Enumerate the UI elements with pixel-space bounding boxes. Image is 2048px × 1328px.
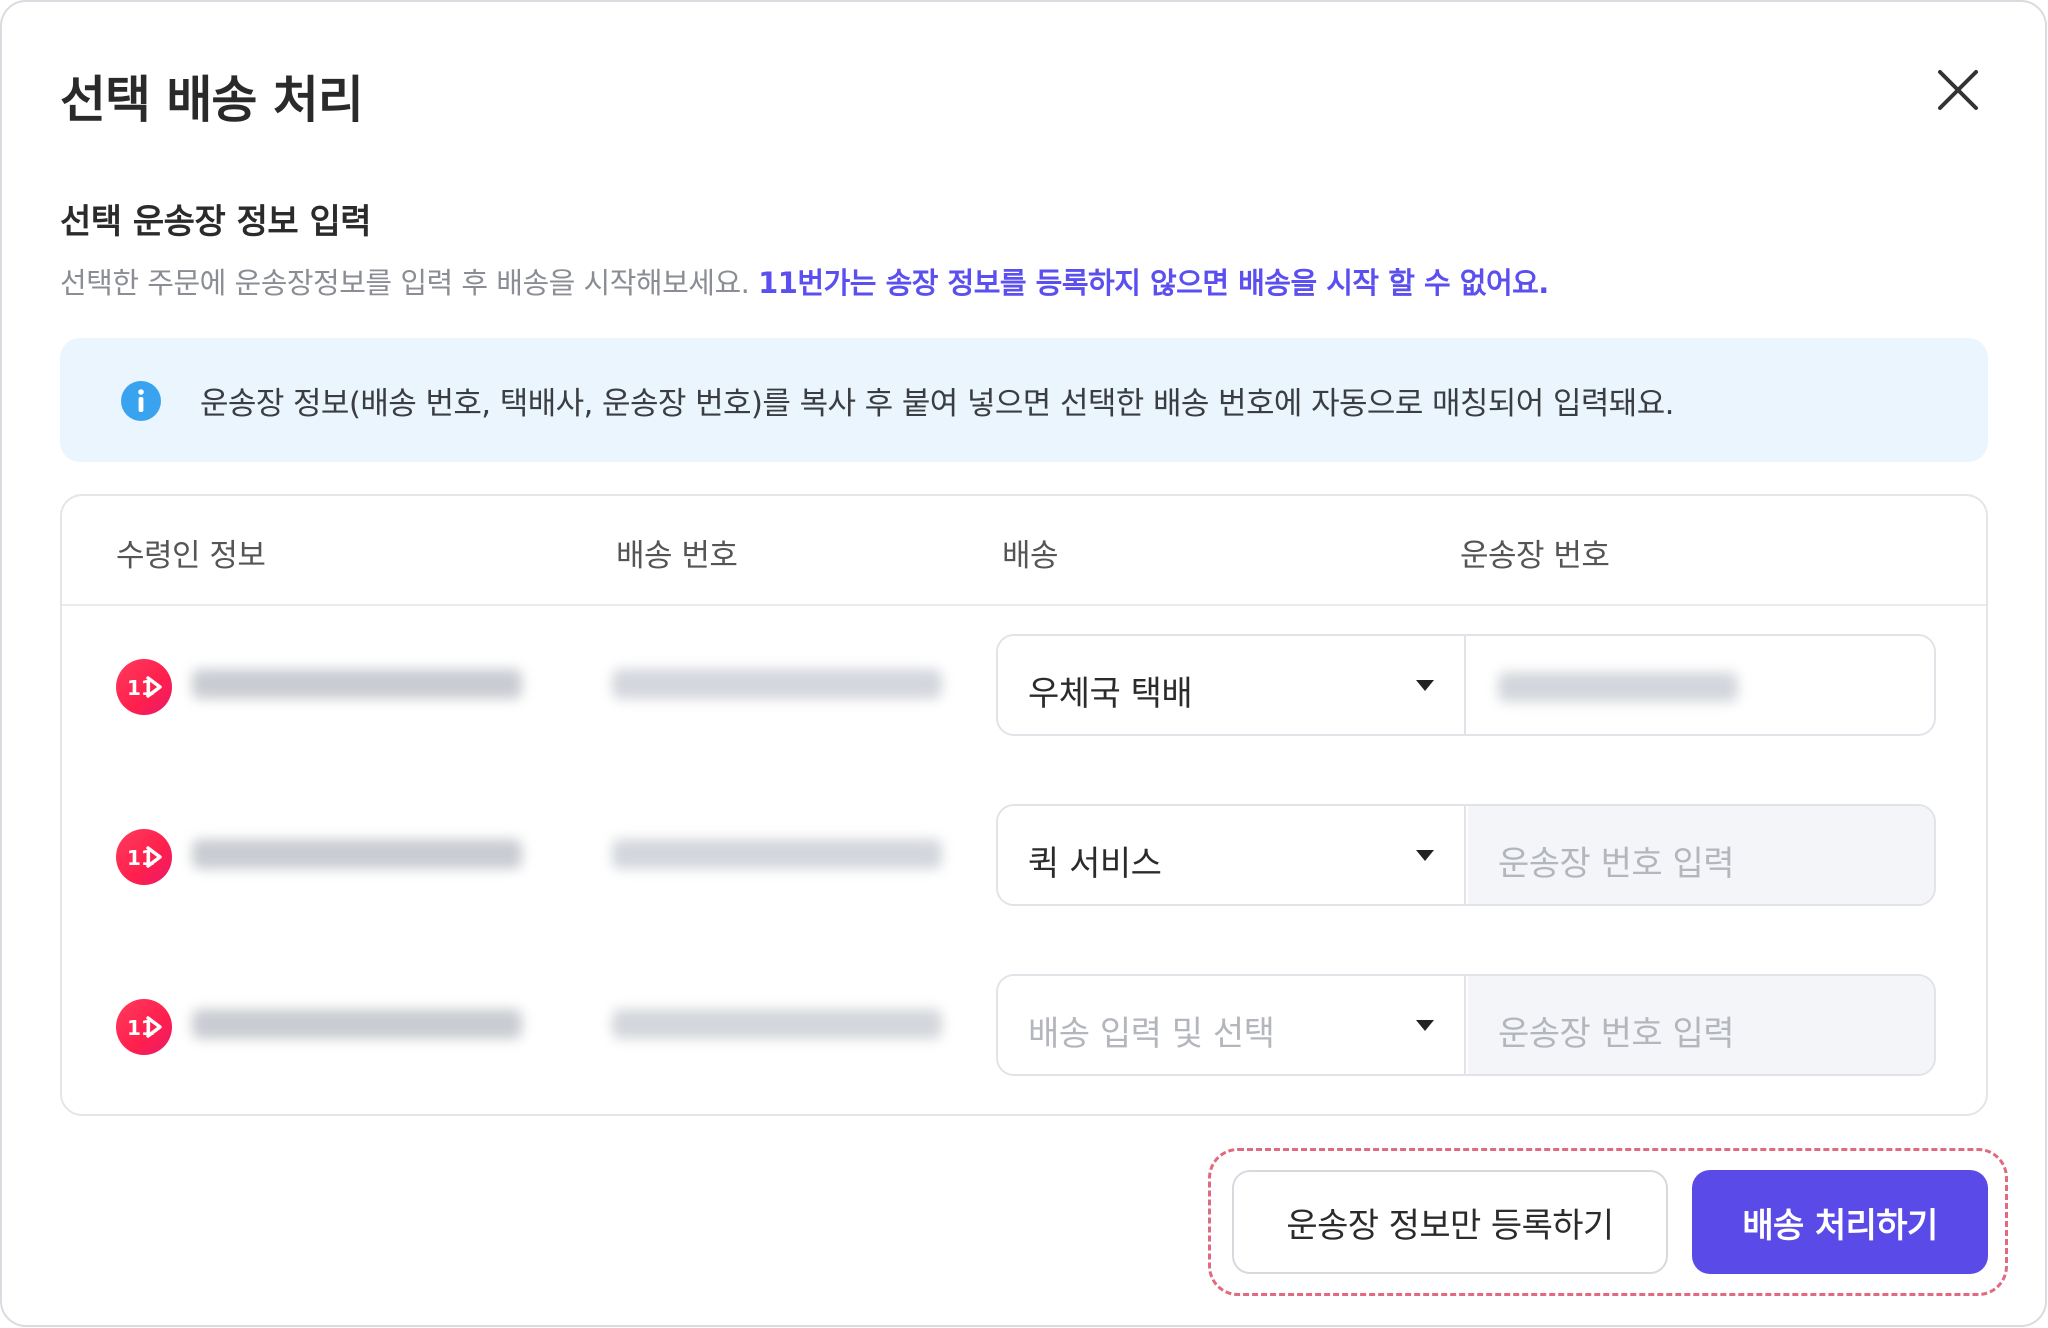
tracking-number-placeholder: 운송장 번호 입력 [1498,1014,1735,1054]
carrier-tracking-group: 우체국 택배 [996,634,1936,736]
close-icon[interactable] [1932,64,1984,116]
description-warning: 11번가는 송장 정보를 등록하지 않으면 배송을 시작 할 수 없어요. [758,266,1549,300]
info-notice: 운송장 정보(배송 번호, 택배사, 운송장 번호)를 복사 후 붙여 넣으면 … [60,338,1988,462]
carrier-tracking-group: 퀵 서비스 운송장 번호 입력 [996,804,1936,906]
store-logo-icon: 11 [116,829,172,885]
table-row: 11 퀵 서비스 운송장 번호 입력 [62,802,1986,906]
dropdown-caret-icon [1416,850,1434,861]
ship-dialog: 선택 배송 처리 선택 운송장 정보 입력 선택한 주문에 운송장정보를 입력 … [0,0,2047,1327]
recipient-info-redacted [192,1009,522,1039]
tracking-number-placeholder: 운송장 번호 입력 [1498,844,1735,884]
tracking-number-input[interactable]: 운송장 번호 입력 [1468,806,1934,904]
register-tracking-only-button[interactable]: 운송장 정보만 등록하기 [1232,1170,1668,1274]
dropdown-caret-icon [1416,1020,1434,1031]
store-logo-icon: 11 [116,659,172,715]
shipment-table: 수령인 정보 배송 번호 배송 운송장 번호 11 우체국 택배 11 퀵 서비… [60,494,1988,1116]
info-icon [120,380,162,422]
carrier-tracking-group: 배송 입력 및 선택 운송장 번호 입력 [996,974,1936,1076]
header-shipment-number: 배송 번호 [616,538,738,574]
carrier-select-value: 우체국 택배 [1028,674,1193,714]
shipment-number-redacted [612,1009,942,1039]
notice-text: 운송장 정보(배송 번호, 택배사, 운송장 번호)를 복사 후 붙여 넣으면 … [200,386,1674,422]
section-description: 선택한 주문에 운송장정보를 입력 후 배송을 시작해보세요. 11번가는 송장… [60,260,1549,302]
store-logo-icon: 11 [116,999,172,1055]
header-carrier: 배송 [1002,538,1059,574]
carrier-select[interactable]: 배송 입력 및 선택 [998,976,1466,1074]
dialog-title: 선택 배송 처리 [60,71,364,129]
tracking-number-redacted [1498,672,1738,702]
shipment-number-redacted [612,669,942,699]
table-row: 11 배송 입력 및 선택 운송장 번호 입력 [62,972,1986,1076]
shipment-number-redacted [612,839,942,869]
section-title: 선택 운송장 정보 입력 [60,202,372,242]
carrier-select-value: 퀵 서비스 [1028,844,1162,884]
recipient-info-redacted [192,669,522,699]
carrier-select-placeholder: 배송 입력 및 선택 [1028,1014,1275,1054]
carrier-select[interactable]: 우체국 택배 [998,636,1466,734]
dropdown-caret-icon [1416,680,1434,691]
tracking-number-input[interactable] [1468,636,1934,734]
tracking-number-input[interactable]: 운송장 번호 입력 [1468,976,1934,1074]
description-text: 선택한 주문에 운송장정보를 입력 후 배송을 시작해보세요. [60,266,759,300]
carrier-select[interactable]: 퀵 서비스 [998,806,1466,904]
table-header: 수령인 정보 배송 번호 배송 운송장 번호 [62,496,1986,606]
process-shipping-button[interactable]: 배송 처리하기 [1692,1170,1988,1274]
header-recipient: 수령인 정보 [116,538,266,574]
recipient-info-redacted [192,839,522,869]
table-row: 11 우체국 택배 [62,632,1986,736]
header-tracking-number: 운송장 번호 [1460,538,1610,574]
